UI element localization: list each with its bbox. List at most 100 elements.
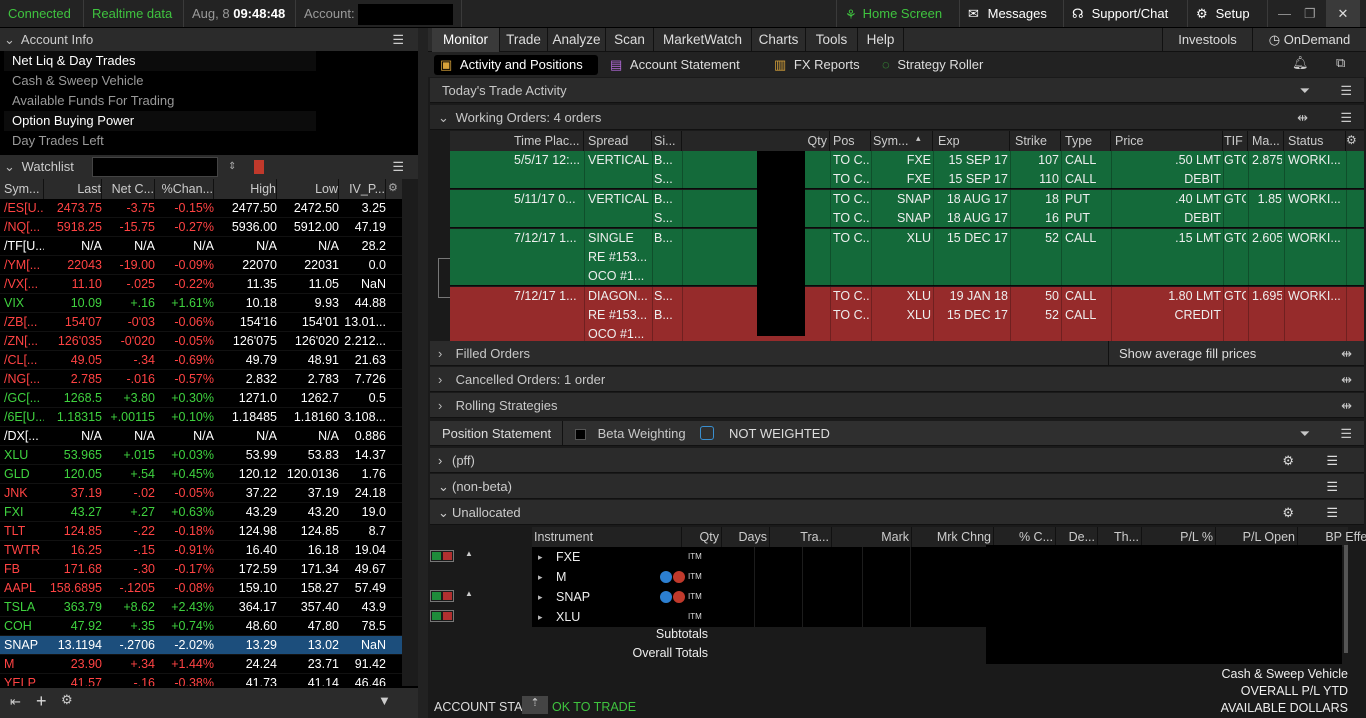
restore-icon[interactable]: ❐: [1296, 0, 1322, 27]
orders-column-header[interactable]: Type: [1063, 131, 1111, 151]
watchlist-row[interactable]: TWTR 16.25 -.15 -0.91% 16.40 16.18 19.04: [0, 541, 402, 560]
detach-icon[interactable]: ⧉: [1336, 55, 1345, 71]
spinner-icon[interactable]: ⇕: [228, 155, 236, 179]
orders-column-header[interactable]: Time Plac...: [512, 131, 584, 151]
account-info-item[interactable]: Option Buying Power: [4, 111, 316, 131]
subtab-1[interactable]: ▤ Account Statement: [604, 55, 762, 75]
watchlist-row[interactable]: GLD 120.05 +.54 +0.45% 120.12 120.0136 1.76: [0, 465, 402, 484]
buy-sell-button[interactable]: [430, 610, 454, 622]
settings-icon[interactable]: ⚙: [1346, 133, 1357, 147]
orders-column-header[interactable]: Qty: [682, 131, 830, 151]
watchlist-column-header[interactable]: Net C...: [105, 179, 155, 199]
orders-column-header[interactable]: TIF: [1222, 131, 1248, 151]
order-block[interactable]: 5/11/17 0... VERTICAL B... TO C... SNAP 18 AU…: [450, 190, 1364, 228]
alert-bell-icon[interactable]: ▲: [465, 549, 473, 558]
watchlist-column-header[interactable]: Sym...: [4, 179, 44, 199]
watchlist-row[interactable]: YELP 41.57 -.16 -0.38% 41.73 41.14 46.46: [0, 674, 402, 686]
setup-button[interactable]: ⚙ Setup: [1188, 0, 1268, 27]
menu-icon[interactable]: ☰: [392, 155, 404, 179]
watchlist-row[interactable]: XLU 53.965 +.015 +0.03% 53.99 53.83 14.37: [0, 446, 402, 465]
expand-icon[interactable]: ⇹: [1341, 367, 1352, 392]
watchlist-row[interactable]: TLT 124.85 -.22 -0.18% 124.98 124.85 8.7: [0, 522, 402, 541]
orders-column-header[interactable]: Ma...: [1250, 131, 1284, 151]
close-icon[interactable]: ✕: [1326, 0, 1360, 27]
expand-row-icon[interactable]: ▸: [538, 567, 543, 587]
orders-column-header[interactable]: Pos ...: [831, 131, 871, 151]
gear-icon[interactable]: ⚙: [1282, 500, 1294, 525]
expand-row-icon[interactable]: ▸: [538, 547, 543, 567]
watchlist-row[interactable]: /GC[... 1268.5 +3.80 +0.30% 1271.0 1262.7 0.5: [0, 389, 402, 408]
watchlist-column-header[interactable]: IV_P...: [342, 179, 386, 199]
subtab-2[interactable]: ▥ FX Reports: [768, 55, 870, 75]
watchlist-row[interactable]: /ZN[... 126'035 -0'020 -0.05% 126'075 126'020…: [0, 332, 402, 351]
expand-icon[interactable]: ⇹: [1297, 105, 1308, 130]
position-column-header[interactable]: Mrk Chng: [912, 527, 994, 547]
watchlist-row[interactable]: /DX[... N/A N/A N/A N/A N/A 0.886: [0, 427, 402, 446]
position-column-header[interactable]: Days: [722, 527, 770, 547]
messages-button[interactable]: ✉ Messages: [960, 0, 1064, 27]
watchlist-row[interactable]: /YM[... 22043 -19.00 -0.09% 22070 22031 0.0: [0, 256, 402, 275]
position-column-header[interactable]: Mark: [834, 527, 912, 547]
watchlist-row[interactable]: M 23.90 +.34 +1.44% 24.24 23.71 91.42: [0, 655, 402, 674]
minimize-icon[interactable]: —: [1270, 0, 1296, 27]
collapse-left-icon[interactable]: ⇤: [10, 694, 21, 710]
add-icon[interactable]: +: [36, 691, 47, 712]
gear-icon[interactable]: ⚙: [61, 692, 73, 708]
position-row[interactable]: ▸ SNAP ITM: [532, 587, 989, 607]
filled-orders-header[interactable]: › Filled Orders Show average fill prices…: [430, 341, 1364, 366]
position-row[interactable]: ▸ XLU ITM: [532, 607, 989, 627]
menu-icon[interactable]: ☰: [392, 28, 404, 51]
position-column-header[interactable]: Tra...: [784, 527, 832, 547]
position-column-header[interactable]: Qty: [682, 527, 722, 547]
watchlist-row[interactable]: /6E[U... 1.18315 +.00115 +0.10% 1.18485 1.181…: [0, 408, 402, 427]
collapse-up-icon[interactable]: ⇡: [522, 696, 548, 714]
account-info-header[interactable]: ⌄ Account Info ☰: [0, 28, 418, 51]
position-group-header[interactable]: ⌄ (non-beta) ☰: [430, 474, 1364, 499]
orders-column-header[interactable]: Status: [1286, 131, 1346, 151]
menu-icon[interactable]: ☰: [1340, 105, 1352, 130]
watchlist-scrollbar[interactable]: [402, 179, 418, 686]
watchlist-row[interactable]: COH 47.92 +.35 +0.74% 48.60 47.80 78.5: [0, 617, 402, 636]
position-column-header[interactable]: P/L %: [1142, 527, 1216, 547]
watchlist-column-header[interactable]: %Chan...: [158, 179, 214, 199]
tab-scan[interactable]: Scan: [606, 28, 654, 52]
orders-column-header[interactable]: Price: [1113, 131, 1223, 151]
alert-bell-icon[interactable]: ▲: [465, 589, 473, 598]
splitter[interactable]: [418, 28, 428, 718]
watchlist-row[interactable]: VIX 10.09 +.16 +1.61% 10.18 9.93 44.88: [0, 294, 402, 313]
expand-row-icon[interactable]: ▸: [538, 587, 543, 607]
chevron-down-icon[interactable]: ⌄: [4, 155, 18, 179]
watchlist-row[interactable]: JNK 37.19 -.02 -0.05% 37.22 37.19 24.18: [0, 484, 402, 503]
position-column-header[interactable]: Instrument: [532, 527, 682, 547]
watchlist-row[interactable]: AAPL 158.6895 -.1205 -0.08% 159.10 158.27 57.4…: [0, 579, 402, 598]
subtab-3[interactable]: ◌ Strategy Roller: [876, 55, 1016, 75]
order-block[interactable]: 7/12/17 1... SINGLE B... TO C... XLU 15 DEC 1…: [450, 229, 1364, 286]
flag-icon[interactable]: [254, 160, 264, 174]
watchlist-column-header[interactable]: Low: [281, 179, 339, 199]
position-column-header[interactable]: P/L Open: [1218, 527, 1298, 547]
investools-link[interactable]: Investools: [1162, 28, 1252, 52]
orders-column-header[interactable]: Sym...: [871, 131, 933, 151]
chevron-down-icon[interactable]: ⏷: [1300, 78, 1310, 103]
tab-monitor[interactable]: Monitor: [432, 28, 500, 52]
menu-icon[interactable]: ☰: [1340, 78, 1352, 103]
account-selector[interactable]: Account:: [296, 0, 462, 27]
home-screen-button[interactable]: ⚘ Home Screen: [836, 0, 960, 27]
expand-icon[interactable]: ⇹: [1341, 393, 1352, 418]
orders-column-header[interactable]: Spread: [586, 131, 652, 151]
position-column-header[interactable]: BP Effect: [1300, 527, 1366, 547]
account-info-item[interactable]: Day Trades Left: [4, 131, 316, 151]
buy-sell-button[interactable]: [430, 590, 454, 602]
beta-weighting-toggle[interactable]: Beta Weighting: [562, 421, 686, 446]
watchlist-column-header[interactable]: Last: [46, 179, 102, 199]
watchlist-row[interactable]: TSLA 363.79 +8.62 +2.43% 364.17 357.40 43.9: [0, 598, 402, 617]
account-info-item[interactable]: Cash & Sweep Vehicle: [4, 71, 316, 91]
account-info-item[interactable]: Available Funds For Trading: [4, 91, 316, 111]
cancelled-orders-header[interactable]: › Cancelled Orders: 1 order ⇹: [430, 367, 1364, 392]
watchlist-row[interactable]: FXI 43.27 +.27 +0.63% 43.29 43.20 19.0: [0, 503, 402, 522]
support-chat-button[interactable]: ☊ Support/Chat: [1064, 0, 1188, 27]
watchlist-selector[interactable]: [92, 157, 218, 177]
position-group-header[interactable]: ⌄ Unallocated ⚙ ☰: [430, 500, 1364, 525]
menu-icon[interactable]: ☰: [1326, 474, 1338, 499]
chevron-down-icon[interactable]: ⏷: [1300, 421, 1310, 446]
